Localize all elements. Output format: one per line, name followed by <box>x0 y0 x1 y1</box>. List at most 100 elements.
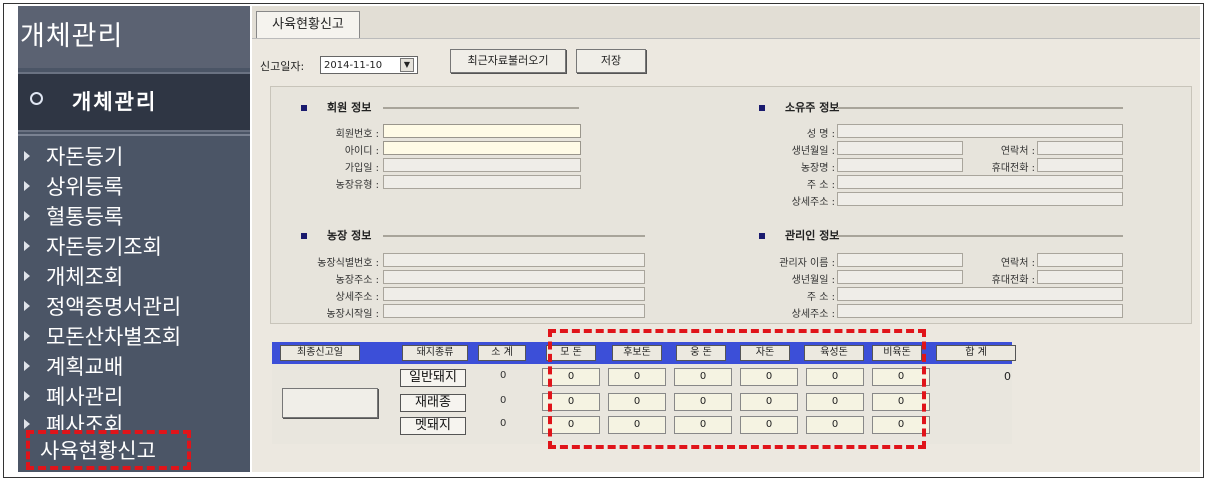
row-label: 멧돼지 <box>400 417 466 435</box>
owner-farm-field[interactable] <box>837 158 963 172</box>
triangle-right-icon <box>24 301 30 311</box>
farm-type-field[interactable] <box>383 175 581 189</box>
sidebar-item-label: 혈통등록 <box>46 205 124 229</box>
sidebar-item-label: 폐사관리 <box>46 385 124 409</box>
dropdown-arrow-icon[interactable]: ▼ <box>400 58 414 72</box>
manager-birth-field[interactable] <box>837 270 963 284</box>
sidebar-item-label: 상위등록 <box>46 175 124 199</box>
tab-bar: 사육현황신고 <box>252 6 1200 39</box>
owner-address-field[interactable] <box>837 175 1123 189</box>
owner-farm-label: 농장명 : <box>800 163 835 174</box>
sidebar-item[interactable]: 혈통등록 <box>18 202 250 232</box>
owner-name-field[interactable] <box>837 124 1123 138</box>
member-id-field[interactable] <box>383 124 581 138</box>
sidebar-title: 개체관리 <box>18 6 250 68</box>
sidebar: 개체관리 개체관리 자돈등기 상위등록 혈통등록 자돈등기조회 개체조회 정액증… <box>18 6 250 472</box>
manager-address-field[interactable] <box>837 287 1123 301</box>
triangle-right-icon <box>24 181 30 191</box>
owner-mobile-field[interactable] <box>1037 158 1123 172</box>
count-cells-highlight <box>548 329 926 449</box>
manager-name-field[interactable] <box>837 253 963 267</box>
divider <box>383 107 579 109</box>
sidebar-item[interactable]: 자돈등기 <box>18 142 250 172</box>
member-info-title: 회원 정보 <box>301 99 371 115</box>
manager-address-label: 주 소 : <box>806 292 835 303</box>
grand-total-value: 0 <box>1004 370 1011 383</box>
sidebar-item[interactable]: 폐사관리 <box>18 382 250 412</box>
farm-start-field[interactable] <box>383 304 645 318</box>
manager-info-title: 관리인 정보 <box>759 227 839 243</box>
pig-type-header: 돼지종류 <box>402 345 468 361</box>
tab-livestock-report[interactable]: 사육현황신고 <box>256 11 360 38</box>
join-date-field[interactable] <box>383 158 581 172</box>
sidebar-divider <box>18 134 250 136</box>
farm-info-title: 농장 정보 <box>301 227 371 243</box>
triangle-right-icon <box>24 211 30 221</box>
manager-birth-label: 생년월일 : <box>791 275 835 286</box>
farm-address-label: 농장주소 : <box>335 275 379 286</box>
manager-contact-field[interactable] <box>1037 253 1123 267</box>
square-bullet-icon <box>301 233 307 239</box>
farm-type-label: 농장유형 : <box>335 180 379 191</box>
owner-birth-field[interactable] <box>837 141 963 155</box>
sidebar-item-active-highlight[interactable]: 사육현황신고 <box>26 430 191 470</box>
divider <box>837 235 1123 237</box>
info-panel: 회원 정보 회원번호 : 아이디 : 가입일 : 농장유형 : 소유주 정보 성… <box>270 86 1192 324</box>
triangle-right-icon <box>24 331 30 341</box>
manager-mobile-field[interactable] <box>1037 270 1123 284</box>
row-label: 재래종 <box>400 394 466 412</box>
blank-button[interactable] <box>282 388 378 418</box>
sidebar-item-label: 자돈등기 <box>46 145 124 169</box>
row-subtotal: 0 <box>500 370 507 381</box>
sidebar-item-label: 개체조회 <box>46 265 124 289</box>
divider <box>837 107 1123 109</box>
row-subtotal: 0 <box>500 395 507 406</box>
owner-mobile-label: 휴대전화 : <box>991 163 1035 174</box>
triangle-right-icon <box>24 271 30 281</box>
farm-id-label: 농장식별번호 : <box>317 258 379 269</box>
sidebar-item-label: 계획교배 <box>46 355 124 379</box>
farm-detail-address-field[interactable] <box>383 287 645 301</box>
last-report-button[interactable]: 최종신고일 <box>280 345 360 361</box>
user-id-field[interactable] <box>383 141 581 155</box>
manager-contact-label: 연락처 : <box>1000 258 1035 269</box>
farm-address-field[interactable] <box>383 270 645 284</box>
farm-detail-address-label: 상세주소 : <box>335 292 379 303</box>
sidebar-item[interactable]: 개체조회 <box>18 262 250 292</box>
row-label: 일반돼지 <box>400 369 466 387</box>
sidebar-item-label: 자돈등기조회 <box>46 235 162 259</box>
member-id-label: 회원번호 : <box>335 129 379 140</box>
sidebar-item[interactable]: 계획교배 <box>18 352 250 382</box>
square-bullet-icon <box>301 105 307 111</box>
sidebar-item[interactable]: 상위등록 <box>18 172 250 202</box>
load-recent-button[interactable]: 최근자료불러오기 <box>450 49 566 73</box>
save-button[interactable]: 저장 <box>576 49 646 73</box>
sidebar-item[interactable]: 모돈산차별조회 <box>18 322 250 352</box>
triangle-right-icon <box>24 419 30 429</box>
owner-address-label: 주 소 : <box>806 180 835 191</box>
manager-detail-address-field[interactable] <box>837 304 1123 318</box>
owner-info-title: 소유주 정보 <box>759 99 839 115</box>
row-subtotal: 0 <box>500 418 507 429</box>
subtotal-header: 소 계 <box>478 345 526 361</box>
sidebar-item[interactable]: 자돈등기조회 <box>18 232 250 262</box>
owner-name-label: 성 명 : <box>806 129 835 140</box>
sidebar-section-header[interactable]: 개체관리 <box>18 72 250 132</box>
triangle-right-icon <box>24 241 30 251</box>
triangle-right-icon <box>24 151 30 161</box>
sidebar-item[interactable]: 정액증명서관리 <box>18 292 250 322</box>
owner-birth-label: 생년월일 : <box>791 146 835 157</box>
divider <box>383 235 645 237</box>
farm-start-label: 농장시작일 : <box>326 309 379 320</box>
owner-contact-field[interactable] <box>1037 141 1123 155</box>
sidebar-item-active-label: 사육현황신고 <box>40 439 156 463</box>
triangle-right-icon <box>24 391 30 401</box>
owner-contact-label: 연락처 : <box>1000 146 1035 157</box>
farm-id-field[interactable] <box>383 253 645 267</box>
owner-detail-address-field[interactable] <box>837 192 1123 206</box>
sidebar-section-label: 개체관리 <box>72 90 158 114</box>
triangle-right-icon <box>24 361 30 371</box>
sidebar-item-label: 모돈산차별조회 <box>46 325 182 349</box>
join-date-label: 가입일 : <box>344 163 379 174</box>
manager-detail-address-label: 상세주소 : <box>791 309 835 320</box>
